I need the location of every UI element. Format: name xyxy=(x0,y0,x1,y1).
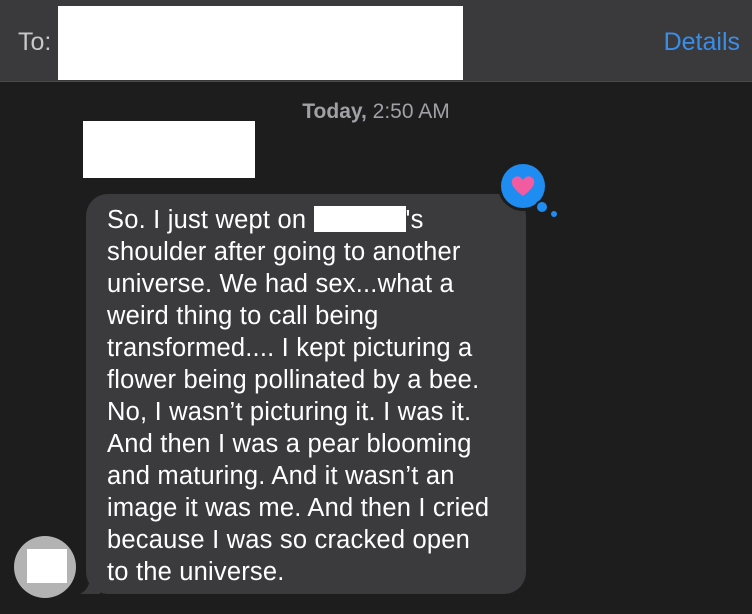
message-bubble[interactable]: So. I just wept on 's shoulder after goi… xyxy=(86,194,526,594)
timestamp-day: Today, xyxy=(302,100,367,123)
name-redaction xyxy=(313,206,406,232)
details-button[interactable]: Details xyxy=(664,28,740,57)
message-text-rest: 's shoulder after going to another unive… xyxy=(107,206,490,586)
heart-reaction-icon[interactable] xyxy=(498,160,564,222)
avatar-redaction xyxy=(27,549,67,583)
messages-app: To: Details Today, 2:50 AM So. I just we… xyxy=(0,0,752,614)
to-label: To: xyxy=(18,28,52,56)
timestamp-time: 2:50 AM xyxy=(372,100,450,123)
compose-header: To: Details xyxy=(0,0,752,82)
sender-name-redacted xyxy=(83,121,255,178)
recipient-field-redacted[interactable] xyxy=(58,6,463,80)
bubble-tail xyxy=(80,574,100,594)
message-text: So. I just wept on 's shoulder after goi… xyxy=(107,204,508,588)
message-text-start: So. I just wept on xyxy=(107,206,314,234)
